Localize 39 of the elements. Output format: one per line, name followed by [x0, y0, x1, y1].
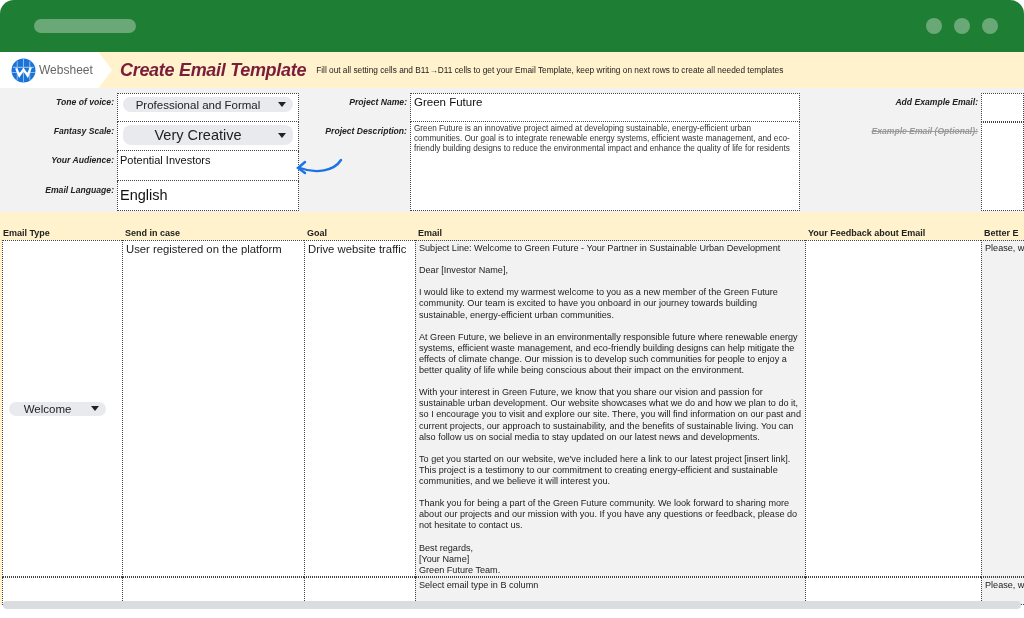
input-field[interactable]: Green Future is an innovative project aimed at developing sustainable, energy-efficient urban communities. Our goal is to integrate renewable energy systems, efficient waste management, and eco-friendly building designs to reduce the environmental impact and enhance the quality of life for residents [410, 122, 800, 211]
caret-icon [278, 132, 286, 138]
setting-label: Example Email (Optional): [870, 125, 979, 138]
column-header: Email [417, 227, 443, 240]
setting-label: Add Example Email: [894, 96, 979, 109]
logo-text: Websheet [39, 63, 93, 77]
column-header: Your Feedback about Email [807, 227, 927, 240]
table-cell[interactable] [805, 240, 981, 577]
setting-label: Email Language: [44, 184, 115, 197]
dropdown[interactable]: Professional and Formal [123, 97, 293, 112]
caret-icon [278, 102, 286, 107]
table-cell: Please, w [981, 240, 1024, 577]
globe-icon [11, 57, 36, 83]
column-header: Send in case [124, 227, 182, 240]
caret-icon [91, 406, 99, 411]
dropdown[interactable]: Very Creative [123, 125, 293, 145]
input-field[interactable] [981, 93, 1024, 122]
setting-label: Your Audience: [50, 154, 115, 167]
dropdown[interactable]: Welcome [9, 401, 106, 416]
input-field[interactable]: Potential Investors [120, 154, 211, 166]
page-title: Create Email Template [120, 59, 307, 81]
column-header: Email Type [2, 227, 51, 240]
window-dot-icon[interactable] [926, 18, 942, 34]
table-cell[interactable]: User registered on the platform [122, 240, 304, 577]
input-field[interactable]: English [120, 184, 168, 203]
input-field[interactable] [981, 122, 1024, 211]
scrollbar[interactable] [3, 601, 1021, 609]
instructions-text: Fill out all setting cells and B11→D11 cells to get your Email Template, keep writing on next rows to create all needed templates [316, 64, 785, 76]
column-header: Better E [983, 227, 1020, 240]
setting-label: Tone of voice: [55, 96, 115, 109]
setting-label: Fantasy Scale: [52, 125, 115, 138]
window-dot-icon[interactable] [954, 18, 970, 34]
setting-label: Project Description: [324, 125, 408, 138]
email-cell: Subject Line: Welcome to Green Future - Your Partner in Sustainable Urban Development Dear [Investor Name], I would like to extend my warmest welcome to you as a new member of the Green Future community. Our team is excited to have you onboard in our journey towards building sustainable, energy-efficient urban communities. At Green Future, we believe in an environmentally responsible future where renewable energy systems, efficient waste management, and eco-friendly building designs can help mitigate the effects of climate change. Our mission is to develop such communities for people to enjoy a better quality of life while being conscious about their impact on the environment. With your interest in Green Future, we know that you share our vision and passion for sustainable urban development. Our website showcases what we do and how we plan to do it, so I encourage you to visit and explore our site. There, you will find information on our past and current projects, our approach to sustainability, and the benefits of sustainable living. You can also follow us on social media to stay updated on our latest news and developments. To get you started on our website, we've included here a link to our latest project [insert link]. This project is a testimony to our commitment to creating energy-efficient and sustainable communities, and we believe it will interest you. Thank you for being a part of the Green Future community. We look forward to sharing more about our projects and our mission with you. If you have any questions or feedback, please do not hesitate to contact us. Best regards, [Your Name] Green Future Team. [415, 240, 805, 577]
table-cell[interactable]: Drive website traffic [304, 240, 415, 577]
window-dot-icon[interactable] [982, 18, 998, 34]
setting-label: Project Name: [348, 96, 408, 109]
column-header: Goal [306, 227, 328, 240]
input-field[interactable]: Green Future [410, 93, 800, 122]
